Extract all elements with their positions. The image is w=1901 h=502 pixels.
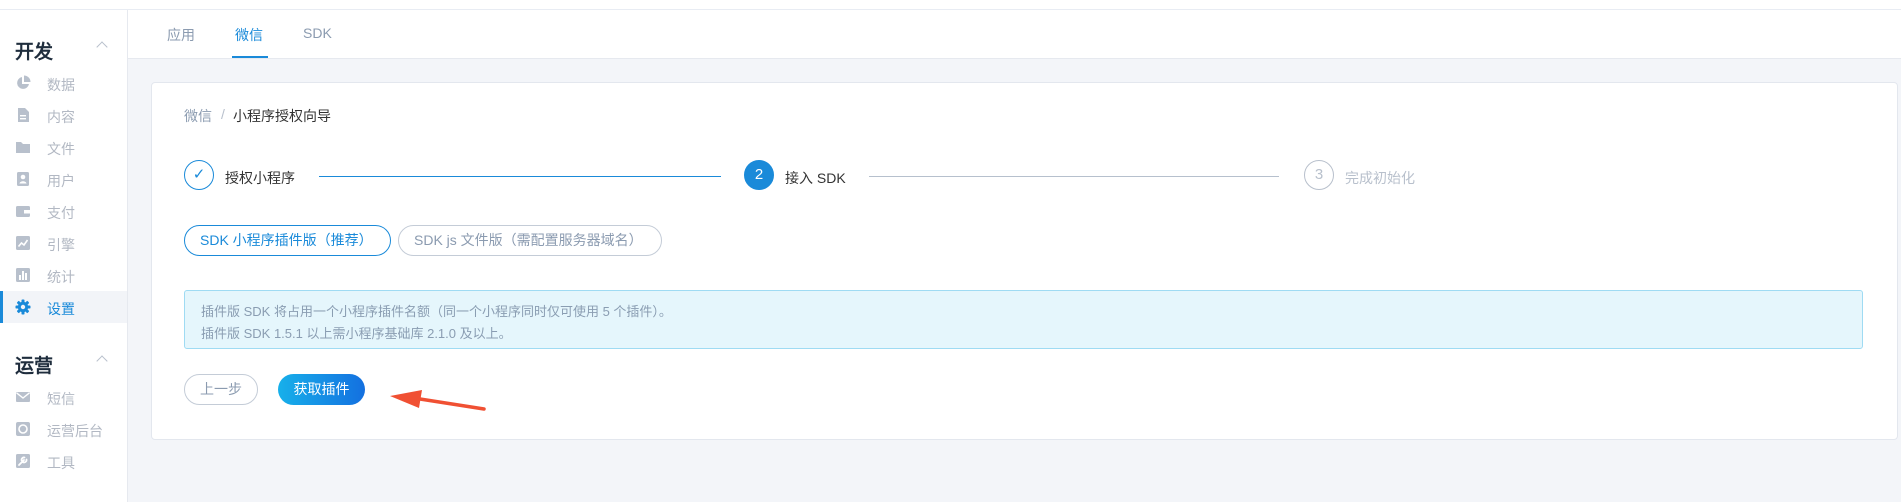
top-tabs: 应用 微信 SDK [128,10,1901,59]
sidebar-item-label: 内容 [47,109,75,125]
breadcrumb-separator: / [221,106,225,122]
step-connector-done [319,176,721,177]
sidebar-group-title: 开发 [15,42,54,63]
step-1-label: 授权小程序 [225,170,295,186]
sidebar-item-ops-console[interactable]: 运营后台 [0,413,127,445]
wallet-icon [16,206,30,217]
sidebar-item-label: 支付 [47,205,75,221]
step-3-label: 完成初始化 [1345,170,1415,186]
get-plugin-button[interactable]: 获取插件 [278,374,365,405]
sidebar-group-operations[interactable]: 运营 [0,347,127,377]
sidebar-item-label: 用户 [47,173,75,189]
step-3-marker: 3 [1304,160,1334,190]
bar-chart-icon [16,268,30,282]
chevron-up-icon [96,355,108,367]
sidebar-item-data[interactable]: 数据 [0,67,127,99]
notice-line: 插件版 SDK 1.5.1 以上需小程序基础库 2.1.0 及以上。 [201,326,512,341]
user-card-icon [17,172,29,186]
pie-chart-icon [17,75,31,89]
sidebar-item-content[interactable]: 内容 [0,99,127,131]
trend-chart-icon [16,236,30,250]
step-2-label: 接入 SDK [785,170,846,186]
sidebar-item-label: 数据 [47,77,75,93]
sidebar-item-label: 引擎 [47,237,75,253]
mail-icon [16,392,30,402]
notice-line: 插件版 SDK 将占用一个小程序插件名额（同一个小程序同时仅可使用 5 个插件）… [201,304,672,319]
option-sdk-plugin[interactable]: SDK 小程序插件版（推荐） [184,225,391,256]
sidebar-item-payment[interactable]: 支付 [0,195,127,227]
sidebar-item-files[interactable]: 文件 [0,131,127,163]
sidebar-item-statistics[interactable]: 统计 [0,259,127,291]
sidebar-group-develop[interactable]: 开发 [0,33,127,63]
breadcrumb-parent-link[interactable]: 微信 [184,106,212,126]
prev-step-button[interactable]: 上一步 [184,374,258,405]
sidebar-item-label: 设置 [47,301,75,317]
console-icon [16,422,30,436]
sidebar-item-sms[interactable]: 短信 [0,381,127,413]
gear-icon [15,299,31,315]
info-notice: 插件版 SDK 将占用一个小程序插件名额（同一个小程序同时仅可使用 5 个插件）… [184,290,1863,349]
breadcrumb-current: 小程序授权向导 [233,108,331,124]
tab-apps[interactable]: 应用 [167,25,195,45]
tab-wechat[interactable]: 微信 [235,25,263,45]
sidebar-item-label: 短信 [47,391,75,407]
document-icon [18,108,29,122]
step-connector-pending [869,176,1279,177]
sidebar-group-title: 运营 [15,356,54,377]
step-2-marker: 2 [744,160,774,190]
step-1-check-icon: ✓ [184,160,214,190]
option-sdk-js-file[interactable]: SDK js 文件版（需配置服务器域名） [398,225,662,256]
sidebar-item-label: 运营后台 [47,423,103,439]
sidebar-item-users[interactable]: 用户 [0,163,127,195]
active-tab-indicator [232,56,268,58]
sidebar-item-label: 统计 [47,269,75,285]
tab-sdk[interactable]: SDK [303,25,332,41]
chevron-up-icon [96,41,108,53]
top-bar [0,0,1901,10]
folder-icon [16,142,30,153]
sidebar-item-settings[interactable]: 设置 [0,291,127,323]
sidebar: 开发 数据 内容 文件 用户 支付 引擎 统计 设置 运营 短信 运营后台 工具 [0,10,128,502]
sidebar-item-label: 工具 [47,455,75,471]
sidebar-item-label: 文件 [47,141,75,157]
wrench-icon [16,454,30,468]
sidebar-item-tools[interactable]: 工具 [0,445,127,477]
sidebar-item-engine[interactable]: 引擎 [0,227,127,259]
annotation-arrow-icon [390,390,486,411]
